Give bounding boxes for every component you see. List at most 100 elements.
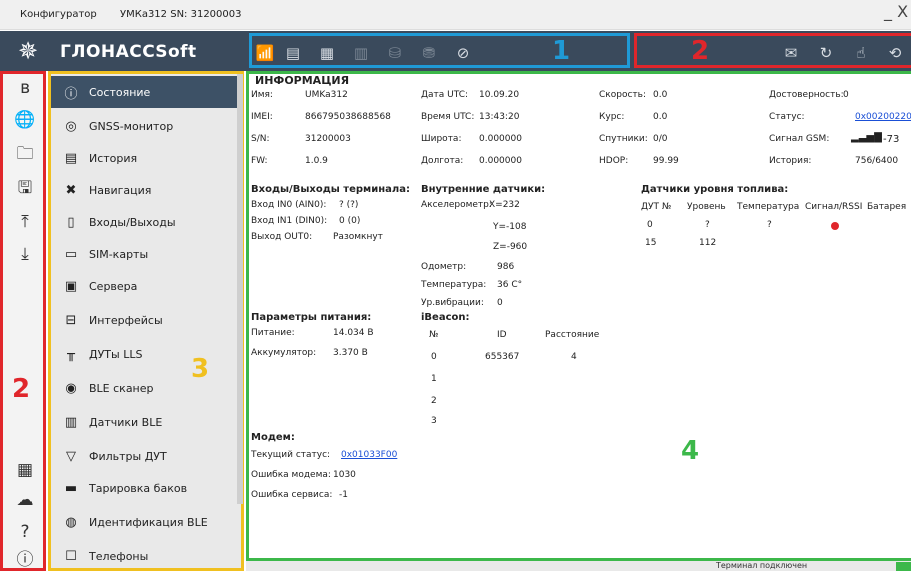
folder-icon[interactable]: 🗀 bbox=[13, 142, 37, 166]
info-title: ИНФОРМАЦИЯ bbox=[255, 74, 350, 87]
window-controls[interactable]: _ X bbox=[884, 2, 908, 21]
value-course: 0.0 bbox=[653, 112, 668, 122]
label-time: Время UTC: bbox=[421, 112, 475, 122]
status-link[interactable]: 0x00200220 bbox=[855, 112, 911, 122]
sim-card-icon: ▭ bbox=[64, 246, 78, 262]
logo-mark-icon: ✵ bbox=[18, 37, 39, 65]
marker-1: 1 bbox=[552, 36, 571, 66]
hand-doc-icon[interactable]: ☝ bbox=[850, 42, 872, 64]
device-load-icon[interactable]: ▤ bbox=[282, 42, 304, 64]
satellite-dish-icon: ◎ bbox=[65, 118, 77, 134]
info-circle-icon: ⓘ bbox=[64, 86, 78, 102]
download-icon[interactable]: ⤓ bbox=[13, 242, 37, 266]
modem-title: Модем: bbox=[251, 432, 295, 443]
label-validity: Достоверность: bbox=[769, 90, 844, 100]
device-save-icon[interactable]: ▦ bbox=[316, 42, 338, 64]
menu-scrollbar[interactable] bbox=[237, 74, 243, 504]
value-history: 756/6400 bbox=[855, 156, 899, 166]
menu-item-history[interactable]: ▤ История bbox=[51, 142, 237, 174]
satellite-icon: ✖ bbox=[65, 182, 77, 198]
label-status: Статус: bbox=[769, 112, 805, 122]
window-titlebar: Конфигуратор УМКа312 SN: 31200003 _ X bbox=[0, 0, 911, 30]
interface-icon: ⊟ bbox=[65, 312, 77, 328]
ibeacon-r2-num: 2 bbox=[431, 396, 437, 406]
plug-icon: ▯ bbox=[67, 214, 75, 230]
value-battery: 3.370 В bbox=[333, 348, 368, 358]
menu-item-phones[interactable]: ☐ Телефоны bbox=[51, 540, 237, 572]
label-in0: Вход IN0 (AIN0): bbox=[251, 200, 327, 210]
menu-item-gnss[interactable]: ◎ GNSS-монитор bbox=[51, 110, 237, 142]
menu-item-interfaces[interactable]: ⊟ Интерфейсы bbox=[51, 304, 237, 336]
value-speed: 0.0 bbox=[653, 90, 668, 100]
info-icon[interactable]: ⓘ bbox=[13, 548, 37, 572]
value-accel-x: X=232 bbox=[489, 200, 520, 210]
play-back-icon[interactable]: ⟲ bbox=[884, 42, 906, 64]
menu-item-state[interactable]: ⓘ Состояние bbox=[51, 76, 237, 108]
floppy-icon[interactable]: 🖫 bbox=[13, 176, 37, 200]
label-odometer: Одометр: bbox=[421, 262, 467, 272]
logo-name: ГЛОНАССSoft bbox=[60, 42, 197, 62]
cloud-icon[interactable]: ☁ bbox=[13, 488, 37, 512]
ble-id-icon: ◍ bbox=[65, 514, 77, 530]
device-disabled-icon[interactable]: ▥ bbox=[350, 42, 372, 64]
value-sat: 0/0 bbox=[653, 134, 668, 144]
menu-item-ble-sensors[interactable]: ▥ Датчики BLE bbox=[51, 406, 237, 438]
label-vibration: Ур.вибрации: bbox=[421, 298, 484, 308]
value-lat: 0.000000 bbox=[479, 134, 522, 144]
marker-2-top: 2 bbox=[691, 36, 710, 66]
upload-icon[interactable]: ⤒ bbox=[13, 210, 37, 234]
menu-label: Состояние bbox=[89, 85, 151, 99]
left-icon-sidebar: ʙ 🌐 🗀 🖫 ⤒ ⤓ 2 ▦ ☁ ? ⓘ bbox=[0, 71, 46, 571]
tank-icon: ▬ bbox=[64, 480, 78, 496]
db-icon[interactable]: ⛁ bbox=[384, 42, 406, 64]
ibeacon-r3-num: 3 bbox=[431, 416, 437, 426]
globe-settings-icon[interactable]: 🌐 bbox=[13, 108, 37, 132]
grid-icon[interactable]: ▦ bbox=[13, 458, 37, 482]
menu-item-servers[interactable]: ▣ Сервера bbox=[51, 270, 237, 302]
menu-item-tank-calibration[interactable]: ▬ Тарировка баков bbox=[51, 472, 237, 504]
mail-icon[interactable]: ✉ bbox=[780, 42, 802, 64]
ibeacon-r0-num: 0 bbox=[431, 352, 437, 362]
menu-label: Сервера bbox=[89, 279, 138, 293]
value-in0: ? (?) bbox=[339, 200, 359, 210]
menu-item-ble-scanner[interactable]: ◉ BLE сканер bbox=[51, 372, 237, 404]
modem-status-link[interactable]: 0x01033F00 bbox=[341, 450, 397, 460]
refresh-doc-icon[interactable]: ↻ bbox=[815, 42, 837, 64]
toolbar-section-1: 📶 ▤ ▦ ▥ ⛁ ⛃ ⊘ 1 bbox=[249, 33, 630, 68]
value-imei: 866795038688568 bbox=[305, 112, 391, 122]
value-hdop: 99.99 bbox=[653, 156, 679, 166]
menu-item-navigation[interactable]: ✖ Навигация bbox=[51, 174, 237, 206]
help-icon[interactable]: ? bbox=[13, 520, 37, 544]
value-accel-y: Y=-108 bbox=[493, 222, 527, 232]
value-power: 14.034 В bbox=[333, 328, 374, 338]
menu-label: Телефоны bbox=[89, 549, 149, 563]
phone-icon: ☐ bbox=[65, 548, 77, 564]
wifi-tower-icon[interactable]: 📶 bbox=[254, 42, 276, 64]
fuel-r1-num: 0 bbox=[647, 220, 653, 230]
label-sat: Спутники: bbox=[599, 134, 648, 144]
label-modem-error: Ошибка модема: bbox=[251, 470, 331, 480]
toolbar-section-2: 2 ✉ ↻ ☝ ⟲ bbox=[634, 33, 911, 68]
label-lat: Широта: bbox=[421, 134, 462, 144]
bluetooth-icon[interactable]: ʙ bbox=[13, 76, 37, 100]
marker-3: 3 bbox=[191, 354, 210, 384]
bluetooth-circle-icon: ◉ bbox=[65, 380, 77, 396]
menu-label: Фильтры ДУТ bbox=[89, 449, 167, 463]
db-settings-icon[interactable]: ⛃ bbox=[418, 42, 440, 64]
value-service-error: -1 bbox=[339, 490, 348, 500]
fuel-sensor-icon: ╥ bbox=[67, 346, 75, 362]
menu-item-lls[interactable]: ╥ ДУТы LLS bbox=[51, 338, 237, 370]
menu-item-dut-filters[interactable]: ▽ Фильтры ДУТ bbox=[51, 440, 237, 472]
menu-item-ble-identification[interactable]: ◍ Идентификация BLE bbox=[51, 506, 237, 538]
fuel-col-rssi: Сигнал/RSSI bbox=[805, 202, 863, 212]
signal-icon: ▂▃▅▇ bbox=[851, 132, 882, 143]
label-in1: Вход IN1 (DIN0): bbox=[251, 216, 328, 226]
label-battery: Аккумулятор: bbox=[251, 348, 317, 358]
ibeacon-title: iBeacon: bbox=[421, 312, 470, 323]
location-off-icon[interactable]: ⊘ bbox=[452, 42, 474, 64]
menu-item-sim[interactable]: ▭ SIM-карты bbox=[51, 238, 237, 270]
menu-label: BLE сканер bbox=[89, 381, 154, 395]
menu-item-io[interactable]: ▯ Входы/Выходы bbox=[51, 206, 237, 238]
io-title: Входы/Выходы терминала: bbox=[251, 184, 410, 195]
label-hdop: HDOP: bbox=[599, 156, 629, 166]
